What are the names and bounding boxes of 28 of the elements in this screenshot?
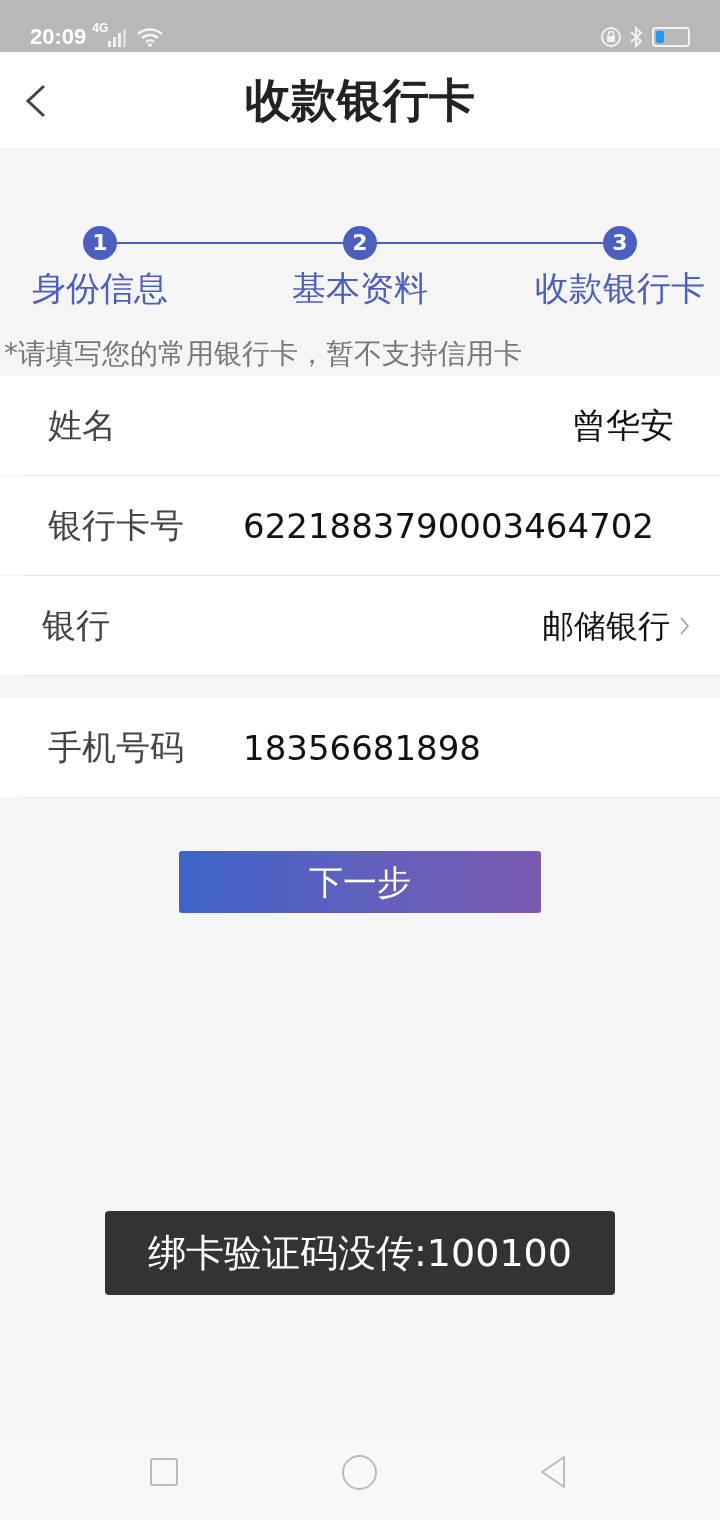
field-label: 银行卡号 <box>0 476 243 575</box>
bank-select[interactable]: 邮储银行 <box>243 576 720 675</box>
field-label: 银行 <box>0 576 243 675</box>
step-number: 3 <box>603 226 637 260</box>
input-field[interactable]: 6221883790003464702 <box>243 476 720 575</box>
next-button[interactable]: 下一步 <box>179 851 541 913</box>
back-icon[interactable] <box>24 84 48 118</box>
battery-icon <box>652 27 690 47</box>
hint-text: *请填写您的常用银行卡，暂不支持信用卡 <box>4 336 522 372</box>
status-time: 20:09 <box>30 26 87 48</box>
step-label: 基本资料 <box>292 267 428 310</box>
rotation-lock-icon <box>600 26 622 48</box>
step-number: 2 <box>343 226 377 260</box>
field-label: 姓名 <box>0 376 243 475</box>
bluetooth-icon <box>628 26 644 48</box>
step-label: 收款银行卡 <box>535 267 705 310</box>
recent-apps-icon[interactable] <box>150 1458 178 1486</box>
step-number: 1 <box>83 226 117 260</box>
network-type: 4G <box>92 22 109 34</box>
back-nav-icon[interactable] <box>538 1454 568 1490</box>
input-field[interactable]: 曾华安 <box>243 376 720 475</box>
step-label: 身份信息 <box>32 267 168 310</box>
page-title: 收款银行卡 <box>245 77 475 123</box>
toast-message: 绑卡验证码没传:100100 <box>105 1211 615 1295</box>
chevron-right-icon <box>680 616 690 635</box>
field-label: 手机号码 <box>0 698 243 797</box>
home-icon[interactable] <box>342 1455 377 1490</box>
input-field[interactable]: 18356681898 <box>243 698 720 797</box>
